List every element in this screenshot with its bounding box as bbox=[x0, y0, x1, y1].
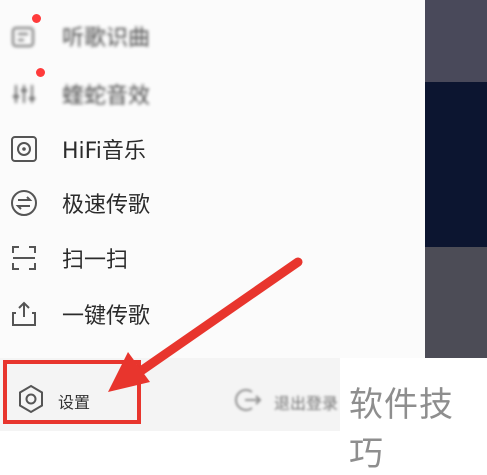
pointer-arrow-icon bbox=[108, 257, 303, 392]
